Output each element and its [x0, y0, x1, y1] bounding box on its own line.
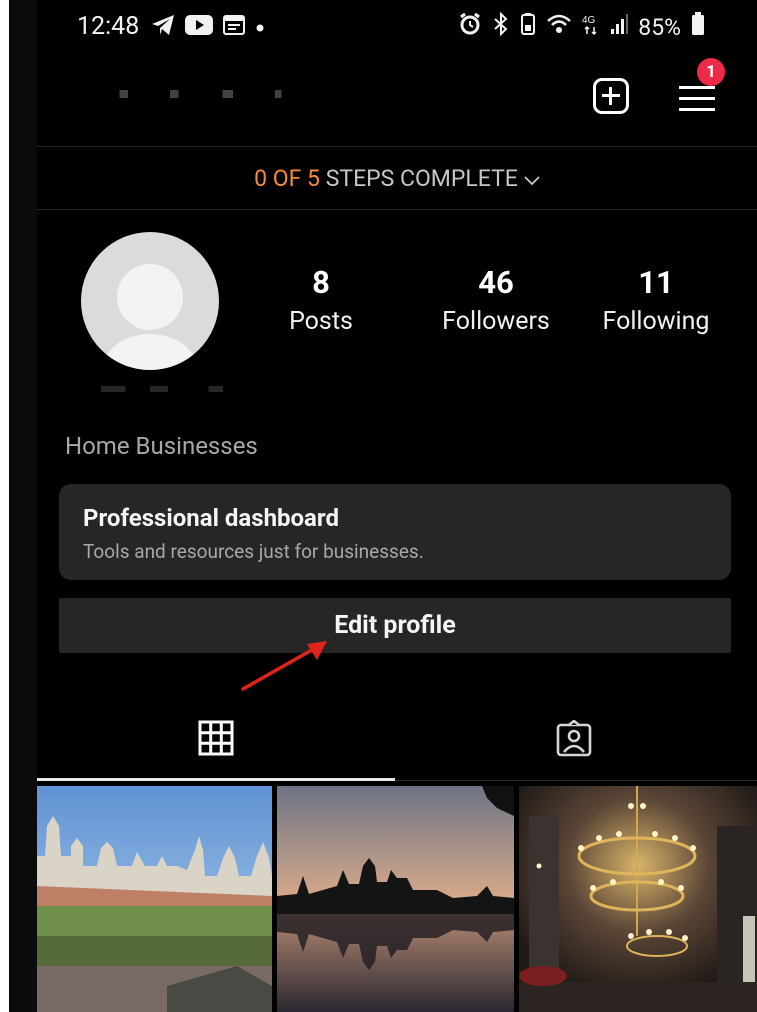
telegram-icon [151, 14, 175, 40]
tagged-icon [555, 719, 593, 762]
wifi-icon [546, 13, 572, 41]
tab-tagged[interactable] [395, 700, 753, 778]
edit-profile-button[interactable]: Edit profile [59, 598, 731, 653]
chevron-down-icon [524, 165, 540, 192]
side-scrim [9, 0, 37, 1012]
following-label: Following [602, 307, 710, 336]
dot-icon [255, 18, 265, 37]
avatar-head [117, 264, 183, 330]
following-stat[interactable]: 11 Following [581, 264, 731, 336]
posts-count: 8 [312, 264, 330, 301]
steps-suffix: STEPS COMPLETE [325, 164, 518, 192]
followers-count: 46 [478, 264, 514, 301]
tab-posts[interactable] [37, 700, 395, 781]
username[interactable] [107, 90, 317, 98]
youtube-icon [185, 15, 213, 39]
steps-of: OF [272, 164, 302, 192]
svg-text:4G: 4G [582, 15, 596, 26]
battery-saver-icon [520, 12, 536, 42]
bluetooth-icon [492, 11, 510, 42]
display-name [101, 386, 223, 392]
phone-screen: 12:48 4G 85% 1 0 OF 5 STEPS COMPLETE 8 P… [9, 0, 757, 1012]
steps-progress-bar[interactable]: 0 OF 5 STEPS COMPLETE [37, 147, 757, 210]
menu-icon-line [679, 97, 715, 100]
battery-icon [691, 12, 705, 42]
followers-label: Followers [442, 307, 550, 336]
notification-badge: 1 [697, 58, 725, 86]
battery-percent: 85% [638, 13, 681, 41]
posts-label: Posts [289, 307, 353, 336]
status-bar: 12:48 4G 85% [9, 0, 757, 52]
steps-current: 0 [254, 164, 268, 192]
posts-stat[interactable]: 8 Posts [271, 264, 371, 336]
4g-icon: 4G [582, 12, 600, 42]
profile-tabs [37, 700, 757, 781]
status-time: 12:48 [77, 12, 140, 41]
menu-icon-line [679, 108, 715, 111]
grid-photo-chandelier[interactable] [519, 786, 757, 1012]
dashboard-title: Professional dashboard [83, 504, 339, 532]
grid-icon [198, 720, 234, 760]
signal-icon [610, 13, 629, 41]
alarm-icon [458, 12, 482, 42]
profile-header: 1 [37, 52, 757, 147]
calendar-icon [223, 15, 245, 39]
left-margin [0, 0, 9, 1012]
bio-category: Home Businesses [65, 432, 258, 460]
menu-button[interactable] [679, 82, 715, 114]
avatar-body [103, 334, 197, 370]
grid-photo-castle[interactable] [37, 786, 272, 1012]
grid-photo-sunset[interactable] [277, 786, 514, 1012]
followers-stat[interactable]: 46 Followers [421, 264, 571, 336]
steps-total: 5 [307, 164, 320, 192]
create-post-button[interactable] [593, 78, 629, 114]
professional-dashboard-card[interactable]: Professional dashboard Tools and resourc… [59, 484, 731, 580]
photo-grid [37, 786, 757, 1012]
menu-icon-line [679, 86, 715, 89]
following-count: 11 [638, 264, 674, 301]
dashboard-subtitle: Tools and resources just for businesses. [83, 540, 424, 563]
arrow-annotation-icon [229, 634, 339, 698]
avatar[interactable] [81, 232, 219, 370]
